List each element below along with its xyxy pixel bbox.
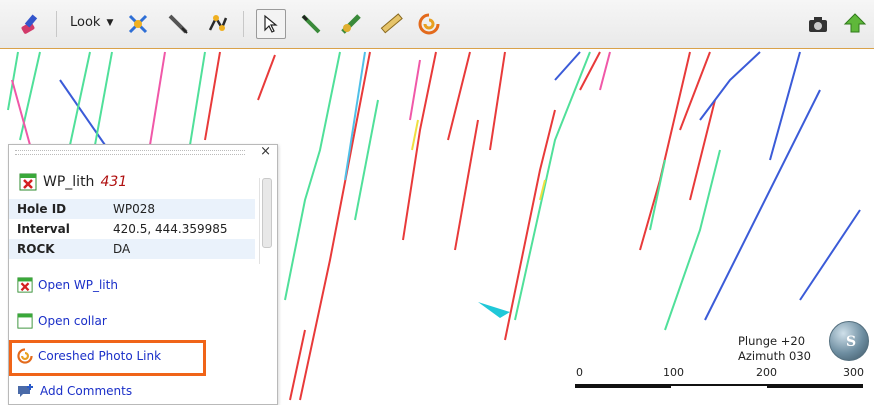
plunge-text: Plunge +20	[738, 334, 806, 348]
table-icon	[17, 313, 33, 329]
panel-scrollbar[interactable]	[259, 178, 273, 264]
row-key: Hole ID	[17, 202, 67, 216]
look-label: Look	[70, 15, 101, 30]
ruler-icon[interactable]	[376, 9, 406, 39]
table-row: Interval 420.5, 444.359985	[9, 219, 255, 239]
azimuth-text: Azimuth 030	[738, 349, 811, 363]
slice-pen-icon[interactable]	[163, 9, 193, 39]
open-collar-link[interactable]: Open collar	[17, 313, 107, 329]
comment-add-icon	[18, 384, 33, 397]
coreshed-icon[interactable]	[414, 9, 444, 39]
add-comments-label[interactable]: Add Comments	[40, 384, 132, 398]
row-key: ROCK	[17, 242, 55, 256]
orientation-readout: Plunge +20 Azimuth 030	[738, 334, 811, 364]
drillhole-pen-icon[interactable]	[296, 9, 326, 39]
drag-grip[interactable]	[15, 149, 245, 155]
table-x-icon	[19, 173, 37, 191]
coreshed-photo-link[interactable]: Coreshed Photo Link	[17, 348, 161, 364]
select-arrow-icon[interactable]	[256, 9, 286, 39]
panel-titlebar[interactable]: ×	[9, 145, 277, 159]
scale-label-100: 100	[663, 366, 684, 379]
table-x-icon	[17, 277, 33, 293]
axes-icon[interactable]	[123, 9, 153, 39]
scale-label-200: 200	[756, 366, 777, 379]
attribute-table: Hole ID WP028 Interval 420.5, 444.359985…	[9, 199, 255, 259]
scale-label-300: 300	[843, 366, 864, 379]
toolbar: Look ▼	[0, 0, 874, 49]
interval-icon[interactable]	[336, 9, 366, 39]
open-table-link[interactable]: Open WP_lith	[17, 277, 118, 293]
coreshed-icon	[17, 348, 33, 364]
row-key: Interval	[17, 222, 70, 236]
open-table-label[interactable]: Open WP_lith	[38, 278, 118, 292]
row-value: 420.5, 444.359985	[113, 222, 228, 236]
camera-icon[interactable]	[803, 9, 833, 39]
row-value: DA	[113, 242, 131, 256]
scale-label-0: 0	[576, 366, 583, 379]
close-icon[interactable]: ×	[260, 145, 271, 158]
table-row: ROCK DA	[9, 239, 255, 259]
panel-title: WP_lith	[43, 174, 95, 190]
row-value: WP028	[113, 202, 156, 216]
info-panel: × WP_lith 431 Hole ID WP028 Interval 420…	[8, 144, 278, 405]
export-arrow-icon[interactable]	[840, 9, 870, 39]
scrollbar-thumb[interactable]	[262, 178, 272, 248]
panel-header: WP_lith 431	[19, 173, 127, 191]
chevron-down-icon: ▼	[106, 17, 114, 28]
table-row: Hole ID WP028	[9, 199, 255, 219]
coreshed-label[interactable]: Coreshed Photo Link	[38, 349, 161, 363]
add-comments-link[interactable]: Add Comments	[17, 383, 132, 399]
eraser-pen-icon[interactable]	[16, 9, 46, 39]
open-collar-label[interactable]: Open collar	[38, 314, 107, 328]
orientation-globe-icon[interactable]: S	[829, 321, 869, 361]
polyline-icon[interactable]	[203, 9, 233, 39]
record-count: 431	[100, 174, 128, 190]
look-dropdown[interactable]: Look ▼	[70, 15, 113, 30]
